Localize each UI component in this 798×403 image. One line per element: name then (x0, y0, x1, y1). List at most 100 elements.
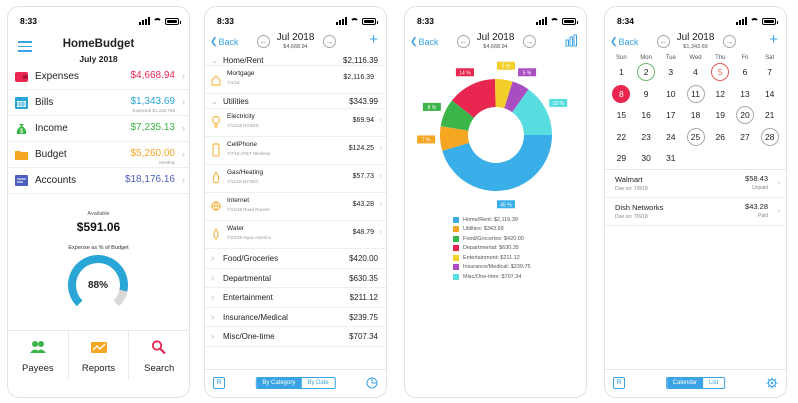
calendar-day[interactable]: 28 (757, 127, 782, 146)
bill-row[interactable]: Dish Networks Due on: 7/6/18 $43.28 Paid › (605, 198, 786, 226)
arrow-right-icon: → (525, 37, 534, 46)
pie-chart-icon[interactable] (366, 377, 378, 389)
category-label: Insurance/Medical (223, 312, 288, 322)
calendar-day[interactable]: 6 (733, 62, 758, 81)
category-row-budget[interactable]: Budget $5,260.00 Monthly › (8, 142, 189, 168)
calendar-day[interactable]: 22 (609, 127, 634, 146)
category-row-accounts[interactable]: Accounts $18,176.16 › (8, 168, 189, 194)
folder-icon (15, 151, 28, 160)
segment-calendar[interactable]: Calendar (666, 378, 704, 388)
gauge-value: 88% (87, 280, 108, 291)
utility-row[interactable]: CellPhone 7/7/18 AT&T Wireless $124.25 › (205, 137, 386, 165)
day-number (711, 146, 729, 164)
phone-icon (212, 143, 220, 157)
calendar-day[interactable]: 24 (658, 127, 683, 146)
calendar-day[interactable]: 21 (757, 105, 782, 124)
calendar-day[interactable]: 31 (658, 148, 683, 167)
expense-percent-label: Expense as % of Budget (68, 245, 129, 251)
calendar-day[interactable]: 15 (609, 105, 634, 124)
calendar-day[interactable]: 5 (708, 62, 733, 82)
recurring-button[interactable]: R (613, 377, 625, 389)
chart-legend: Home/Rent: $2,116.39 Utilities: $343.99 Fo… (453, 215, 531, 282)
calendar-day[interactable]: 7 (757, 62, 782, 81)
weekday-label: Fri (741, 55, 749, 61)
calendar-day[interactable]: 10 (658, 84, 683, 103)
next-month-button[interactable]: → (723, 35, 736, 48)
calendar-day[interactable]: 23 (634, 127, 659, 146)
weekday-label: Sun (616, 55, 627, 61)
tab-reports[interactable]: Reports (69, 331, 130, 380)
category-note: Monthly (159, 160, 175, 165)
subcategory-sub: 7/1/18 (227, 80, 240, 85)
calendar-day[interactable]: 19 (708, 105, 733, 124)
calendar-day[interactable]: 3 (658, 62, 683, 81)
status-icons (536, 17, 578, 25)
gear-icon[interactable] (766, 377, 778, 389)
calendar-day[interactable]: 2 (634, 62, 659, 82)
calendar-day[interactable]: 12 (708, 84, 733, 103)
wallet-icon (15, 72, 28, 82)
calendar-day[interactable]: 18 (683, 105, 708, 124)
legend-swatch (453, 245, 459, 252)
legend-item: Misc/One-time: $707.34 (453, 272, 531, 282)
utility-label: CellPhone (227, 141, 257, 148)
calendar-day[interactable]: 27 (733, 127, 758, 146)
chevron-right-icon: › (211, 292, 215, 303)
month-total: $1,343.69 (683, 44, 708, 50)
calendar-day[interactable]: 29 (609, 148, 634, 167)
recurring-button[interactable]: R (213, 377, 225, 389)
utility-row[interactable]: Gas/Heating 7/11/18 NYSEG $57.73 › (205, 165, 386, 193)
category-row-home-rent[interactable]: ⌄ Home/Rent $2,116.39 (205, 55, 386, 66)
next-month-button[interactable]: → (523, 35, 536, 48)
month-label: July 2018 (79, 54, 118, 64)
subcategory-row-mortgage[interactable]: Mortgage 7/1/18 $2,116.39 (205, 66, 386, 94)
calendar-day[interactable]: 11 (683, 84, 708, 103)
category-row[interactable]: › Food/Groceries $420.00 (205, 249, 386, 269)
calendar-day[interactable]: 30 (634, 148, 659, 167)
category-row[interactable]: › Misc/One-time $707.34 (205, 327, 386, 347)
category-row-income[interactable]: $ Income $7,235.13 › (8, 116, 189, 142)
category-row-expenses[interactable]: Expenses $4,668.94 › (8, 64, 189, 90)
utility-row[interactable]: Internet 7/14/18 Road Runner $43.28 › (205, 193, 386, 221)
segment-by-date[interactable]: By Date (301, 378, 334, 388)
calendar-day[interactable]: 26 (708, 127, 733, 146)
wifi-icon (750, 17, 759, 25)
next-month-button[interactable]: → (323, 35, 336, 48)
bar-chart-icon[interactable] (565, 34, 578, 47)
tab-payees[interactable]: Payees (8, 331, 69, 380)
calendar-day[interactable]: 25 (683, 127, 708, 146)
utility-row[interactable]: Electricity 7/12/18 NYSEG $69.94 › (205, 109, 386, 137)
utility-row[interactable]: Water 7/23/18 Aqua America $48.79 › (205, 221, 386, 249)
legend-label: Insurance/Medical: $239.75 (463, 264, 531, 271)
globe-icon (211, 201, 221, 211)
chevron-right-icon: › (379, 173, 382, 180)
category-row[interactable]: › Entertainment $211.12 (205, 288, 386, 308)
add-expense-button[interactable]: + (369, 32, 378, 47)
bill-row[interactable]: Walmart Due on: 7/8/18 $58.43 Unpaid › (605, 170, 786, 198)
add-bill-button[interactable]: + (769, 32, 778, 47)
category-row-utilities[interactable]: ⌄ Utilities $343.99 (205, 94, 386, 109)
category-amount: $420.00 (349, 254, 378, 263)
calendar-day[interactable]: 1 (609, 62, 634, 81)
calendar-day[interactable]: 8 (609, 84, 634, 103)
calendar-day[interactable]: 14 (757, 84, 782, 103)
day-number: 23 (641, 131, 651, 142)
segment-list[interactable]: List (703, 378, 724, 388)
calendar-day[interactable]: 9 (634, 84, 659, 103)
slice-label: 15 % (553, 101, 565, 107)
category-row[interactable]: › Departmental $630.35 (205, 269, 386, 288)
calendar-day[interactable]: 16 (634, 105, 659, 124)
tab-search-label: Search (144, 363, 175, 374)
category-row-bills[interactable]: Bills $1,343.69 Expected $1,192,786 › (8, 90, 189, 116)
plus-icon: + (769, 31, 778, 48)
tab-search[interactable]: Search (129, 331, 189, 380)
battery-icon (562, 17, 578, 25)
calendar-day[interactable]: 4 (683, 62, 708, 81)
calendar-day[interactable]: 13 (733, 84, 758, 103)
collapsed-categories: › Food/Groceries $420.00 › Departmental $630.… (205, 249, 386, 347)
calendar-day[interactable]: 20 (733, 105, 758, 125)
day-number: 16 (641, 110, 651, 121)
calendar-day[interactable]: 17 (658, 105, 683, 124)
category-row[interactable]: › Insurance/Medical $239.75 (205, 308, 386, 327)
segment-by-category[interactable]: By Category (256, 378, 302, 388)
